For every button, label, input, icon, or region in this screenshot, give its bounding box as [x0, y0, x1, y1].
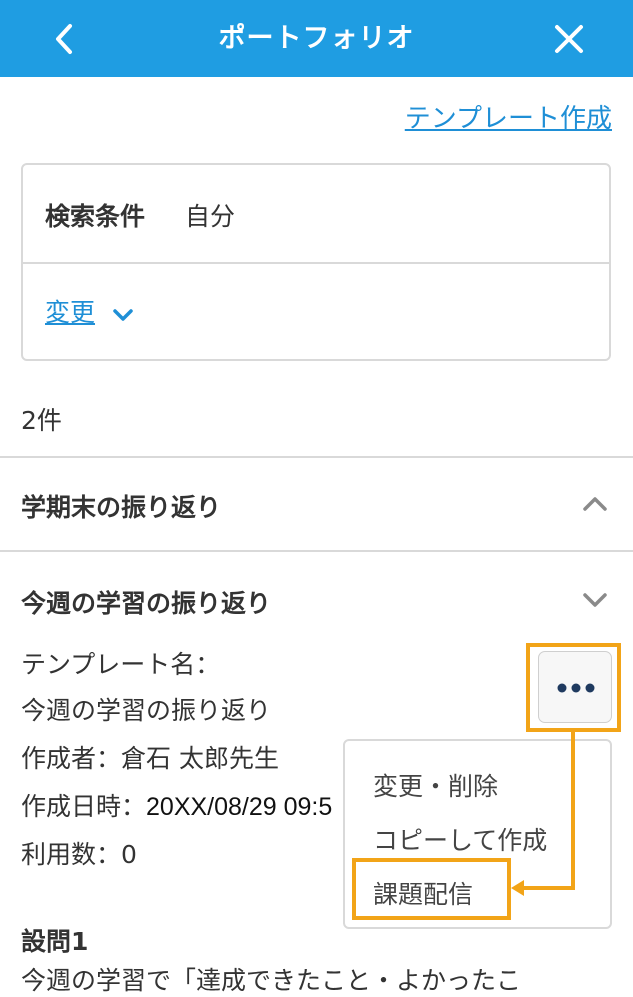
highlight-frame-more-button [526, 643, 621, 732]
creator-value: 倉石 太郎先生 [121, 744, 279, 773]
created-at-info: 作成日時：20XX/08/29 09:5 [21, 787, 332, 823]
app-header: ポートフォリオ [0, 0, 633, 77]
menu-item-copy-create[interactable]: コピーして作成 [373, 821, 547, 857]
search-conditions-label: 検索条件 [45, 202, 146, 231]
usage-info: 利用数：0 [21, 835, 137, 871]
chevron-down-icon [112, 307, 134, 327]
template-create-link[interactable]: テンプレート作成 [405, 98, 612, 135]
chevron-down-icon[interactable] [580, 590, 610, 610]
result-count: 2件 [21, 406, 62, 435]
template-name-label: テンプレート名： [21, 650, 221, 679]
creator-info: 作成者：倉石 太郎先生 [21, 739, 279, 775]
search-conditions-box: 検索条件 自分 変更 [21, 163, 611, 361]
divider [0, 550, 633, 552]
portfolio-item-title[interactable]: 今週の学習の振り返り [21, 584, 271, 620]
question-title: 設問1 [21, 927, 89, 956]
page-title: ポートフォリオ [218, 23, 415, 54]
menu-item-edit-delete[interactable]: 変更・削除 [373, 767, 498, 803]
chevron-up-icon[interactable] [580, 494, 610, 514]
template-name-value: 今週の学習の振り返り [21, 696, 272, 725]
close-icon [555, 25, 583, 53]
search-conditions-value: 自分 [185, 202, 236, 231]
created-at-label: 作成日時： [21, 792, 147, 821]
close-button[interactable] [550, 20, 588, 58]
creator-label: 作成者： [21, 744, 122, 773]
created-at-value: 20XX/08/29 09:5 [146, 793, 333, 821]
divider [0, 456, 633, 458]
usage-value: 0 [121, 840, 137, 869]
change-conditions-link[interactable]: 変更 [45, 298, 95, 327]
search-conditions-row: 検索条件 自分 [23, 165, 609, 264]
highlight-frame-assign-task [352, 858, 511, 920]
portfolio-item-title[interactable]: 学期末の振り返り [21, 488, 221, 524]
question-text: 今週の学習で「達成できたこと・よかったこ [21, 966, 522, 995]
change-conditions-toggle[interactable]: 変更 [45, 293, 134, 329]
usage-label: 利用数： [21, 840, 122, 869]
